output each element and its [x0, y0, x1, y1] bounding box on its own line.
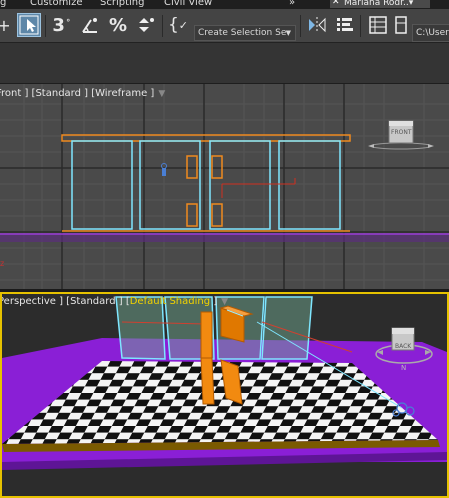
front-wireframe-canvas: z: [0, 84, 449, 289]
perspective-viewport[interactable]: Perspective ] [Standard ] [Default Shadi…: [0, 292, 449, 498]
perspective-scene-canvas: N: [2, 296, 447, 470]
user-account-menu[interactable]: ✕ Mariana Rodr..▾: [330, 0, 430, 8]
menu-item-customize[interactable]: Customize: [30, 0, 83, 8]
svg-text:N: N: [401, 364, 406, 372]
plus-icon[interactable]: +: [0, 13, 11, 37]
front-viewport[interactable]: Front ] [Standard ] [Wireframe ] ▼ z FRO…: [0, 84, 449, 289]
perspective-viewport-label[interactable]: Perspective ] [Standard ] [Default Shadi…: [0, 296, 228, 307]
user-name: Mariana Rodr..▾: [344, 0, 414, 8]
menu-item-scripting[interactable]: Scripting: [100, 0, 144, 8]
layer-explorer-icon[interactable]: [366, 13, 390, 37]
menu-item-edit[interactable]: g: [0, 0, 6, 8]
percent-snap-icon[interactable]: %: [106, 13, 130, 37]
shading-mode-label[interactable]: Default Shading: [130, 296, 210, 307]
selection-set-text: Create Selection Se: [198, 28, 287, 38]
viewcube-face-label: FRONT: [391, 129, 412, 136]
svg-text:z: z: [0, 259, 4, 268]
mirror-icon[interactable]: [305, 13, 329, 37]
filter-icon[interactable]: ▼: [221, 297, 228, 307]
viewcube-face-label: BACK: [395, 343, 412, 350]
front-viewport-label-text: Front ] [Standard ] [Wireframe ]: [0, 88, 155, 99]
selection-set-dropdown[interactable]: Create Selection Se ▼: [194, 25, 296, 41]
perspective-label-suffix: ]: [210, 296, 218, 307]
menu-item-civil-view[interactable]: Civil View: [164, 0, 212, 8]
project-path-field[interactable]: C:\User: [412, 24, 449, 42]
filter-icon[interactable]: ▼: [158, 89, 165, 99]
perspective-label-text: Perspective ] [Standard ] [: [0, 296, 130, 307]
scene-explorer-icon[interactable]: [392, 13, 410, 37]
snap-3d-icon[interactable]: 3 ⚬: [50, 13, 74, 37]
close-icon: ✕: [332, 0, 340, 7]
curly-brace-icon[interactable]: {✓: [167, 13, 189, 37]
chevron-down-icon: ▼: [285, 29, 291, 37]
align-icon[interactable]: [333, 13, 357, 37]
ribbon-area: [0, 43, 449, 84]
front-viewport-label[interactable]: Front ] [Standard ] [Wireframe ] ▼: [0, 88, 165, 99]
angle-snap-icon[interactable]: [78, 13, 102, 37]
menu-overflow-button[interactable]: »: [289, 0, 295, 8]
spinner-snap-icon[interactable]: [134, 13, 158, 37]
select-object-icon[interactable]: [17, 13, 41, 37]
menu-bar: g Customize Scripting Civil View » ✕ Mar…: [0, 0, 449, 9]
main-toolbar: + 3 ⚬ % {✓ Create Selection Se ▼ C:\User: [0, 9, 449, 43]
